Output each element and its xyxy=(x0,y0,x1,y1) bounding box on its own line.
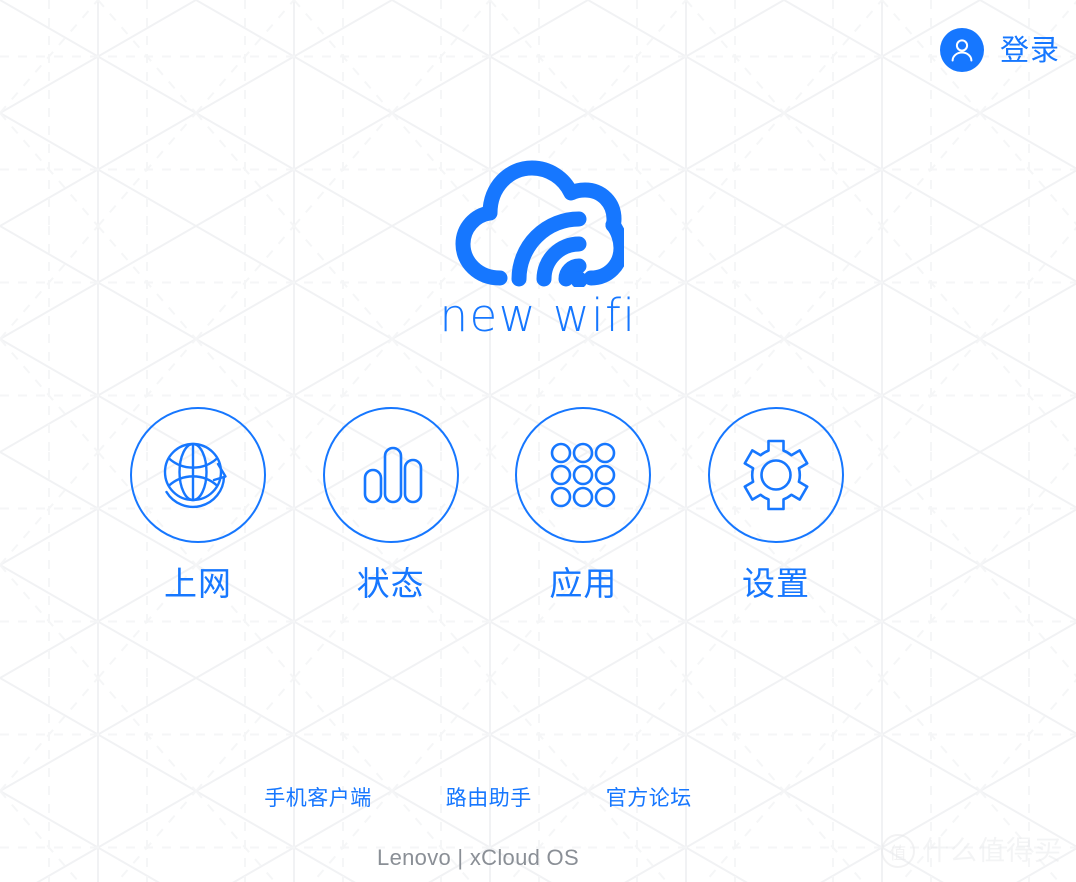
nav-circle-apps xyxy=(515,407,652,543)
nav-item-internet[interactable]: 上网 xyxy=(102,407,294,600)
nav-circle-status xyxy=(322,407,459,543)
brand-logo: new wifi xyxy=(0,155,1076,338)
globe-refresh-icon xyxy=(163,442,227,509)
footer-link-official-forum[interactable]: 官方论坛 xyxy=(606,788,692,809)
login-button[interactable]: 登录 xyxy=(939,28,1060,72)
apps-grid-icon xyxy=(551,442,616,508)
footer-link-mobile-client[interactable]: 手机客户端 xyxy=(264,788,372,809)
login-label: 登录 xyxy=(999,32,1060,67)
gear-icon xyxy=(743,439,809,511)
footer-link-router-assistant[interactable]: 路由助手 xyxy=(446,788,532,809)
nav-label-settings: 设置 xyxy=(741,564,810,603)
nav-circle-internet xyxy=(130,407,266,543)
nav-item-status[interactable]: 状态 xyxy=(295,407,487,600)
nav-label-apps: 应用 xyxy=(549,564,618,603)
nav-item-settings[interactable]: 设置 xyxy=(680,407,872,600)
nav-label-status: 状态 xyxy=(356,564,425,603)
avatar xyxy=(939,28,984,72)
nav-item-apps[interactable]: 应用 xyxy=(487,407,679,600)
user-icon xyxy=(951,39,973,62)
footer-links: 手机客户端 路由助手 官方论坛 xyxy=(0,788,956,809)
nav-circle-settings xyxy=(707,407,844,543)
logo-wordmark: new wifi xyxy=(439,289,637,342)
footer-brand: Lenovo | xCloud OS xyxy=(377,845,579,870)
bar-chart-icon xyxy=(363,446,422,504)
main-nav: 上网 状态 应用 设置 xyxy=(102,407,872,600)
cloud-wifi-icon xyxy=(455,160,624,287)
nav-label-internet: 上网 xyxy=(164,564,232,603)
